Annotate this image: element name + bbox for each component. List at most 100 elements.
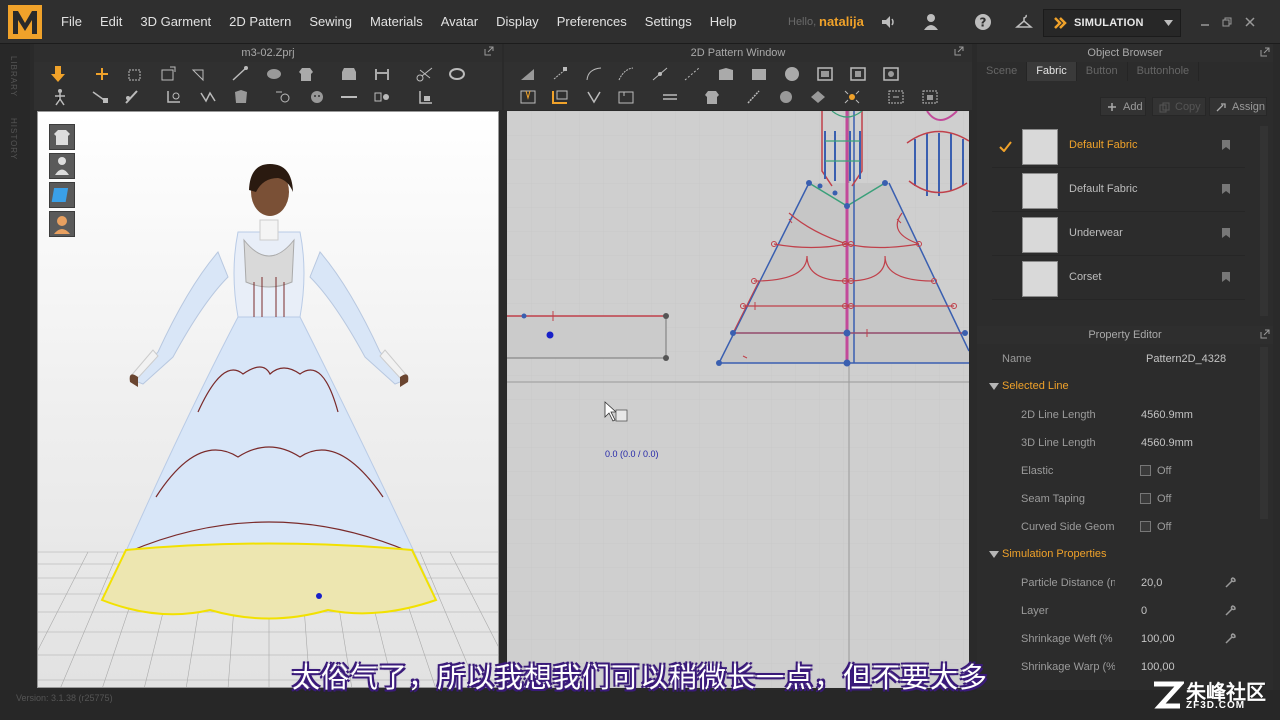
texture-edit-icon[interactable] [842, 88, 862, 106]
tack-icon[interactable] [264, 65, 284, 83]
expand-icon[interactable] [1260, 329, 1270, 339]
expand-icon[interactable] [484, 46, 494, 56]
user-icon[interactable] [922, 13, 940, 31]
minimize-icon[interactable] [1200, 17, 1210, 27]
fabric-item[interactable]: Default Fabric [992, 125, 1245, 168]
strap-icon[interactable] [372, 65, 392, 83]
fold-arrange-icon[interactable] [198, 88, 218, 106]
line-icon[interactable] [339, 88, 359, 106]
arrangement-icon[interactable] [339, 65, 359, 83]
edit-pattern-icon[interactable] [518, 65, 538, 83]
scissors-icon[interactable] [415, 65, 435, 83]
avatar-pose-icon[interactable] [50, 88, 70, 106]
texture-toggle[interactable] [49, 182, 75, 208]
close-icon[interactable] [1245, 17, 1255, 27]
menu-3d-garment[interactable]: 3D Garment [131, 0, 220, 44]
pin-icon[interactable] [230, 65, 250, 83]
curve-point-icon[interactable] [616, 65, 636, 83]
show-garment-toggle[interactable] [49, 124, 75, 150]
internal-rectangle-icon[interactable] [848, 65, 868, 83]
brush-icon[interactable] [122, 88, 142, 106]
grain-icon[interactable] [660, 88, 680, 106]
add-fabric-button[interactable]: Add [1100, 97, 1146, 116]
segment-icon[interactable] [682, 65, 702, 83]
fabric-item[interactable]: Underwear [992, 213, 1245, 256]
arrow-down-icon[interactable] [48, 65, 68, 83]
trim-icon[interactable] [416, 88, 436, 106]
prop-value[interactable]: 20,0 [1141, 577, 1162, 589]
hanger-icon[interactable] [1015, 13, 1033, 31]
circle-icon[interactable] [782, 65, 802, 83]
username[interactable]: natalija [819, 14, 864, 29]
polygon-icon[interactable] [716, 65, 736, 83]
property-scrollbar[interactable] [1260, 347, 1268, 519]
restore-icon[interactable] [1222, 17, 1232, 27]
menu-settings[interactable]: Settings [636, 0, 701, 44]
elastic-checkbox[interactable] [1140, 465, 1151, 476]
graphic-icon[interactable] [886, 88, 906, 106]
fabric-scrollbar[interactable] [1260, 126, 1268, 316]
name-value[interactable]: Pattern2D_4328 [1146, 353, 1226, 365]
menu-materials[interactable]: Materials [361, 0, 432, 44]
move-icon[interactable] [92, 65, 112, 83]
expand-icon[interactable] [1260, 47, 1270, 57]
save-icon[interactable] [1221, 139, 1231, 151]
menu-sewing[interactable]: Sewing [300, 0, 361, 44]
loop-icon[interactable] [447, 65, 467, 83]
menu-preferences[interactable]: Preferences [548, 0, 636, 44]
menu-display[interactable]: Display [487, 0, 548, 44]
button-place-icon[interactable] [273, 88, 293, 106]
prop-value[interactable]: 100,00 [1141, 633, 1175, 645]
fitting-icon[interactable] [164, 88, 184, 106]
show-avatar-toggle[interactable] [49, 153, 75, 179]
garment-fit-icon[interactable] [231, 88, 251, 106]
edit-point-icon[interactable] [550, 65, 570, 83]
menu-help[interactable]: Help [701, 0, 746, 44]
save-icon[interactable] [1221, 183, 1231, 195]
menu-2d-pattern[interactable]: 2D Pattern [220, 0, 300, 44]
save-icon[interactable] [1221, 271, 1231, 283]
internal-polygon-icon[interactable] [815, 65, 835, 83]
notch-icon[interactable] [616, 88, 636, 106]
tab-fabric[interactable]: Fabric [1027, 62, 1077, 81]
3d-garment-viewport[interactable] [37, 111, 499, 688]
copy-fabric-button[interactable]: Copy [1152, 97, 1206, 116]
fabric-item[interactable]: Corset [992, 257, 1245, 300]
graphic-transform-icon[interactable] [920, 88, 940, 106]
measure-icon[interactable] [90, 88, 110, 106]
transform-icon[interactable] [158, 65, 178, 83]
fold-pattern-icon[interactable] [584, 88, 604, 106]
curved-side-checkbox[interactable] [1140, 521, 1151, 532]
tab-buttonhole[interactable]: Buttonhole [1128, 62, 1200, 81]
prop-value[interactable]: 4560.9mm [1141, 437, 1193, 449]
shirt-icon[interactable] [296, 65, 316, 83]
simulation-button[interactable]: SIMULATION [1043, 9, 1181, 37]
wrench-icon[interactable] [1224, 576, 1237, 589]
help-icon[interactable]: ? [974, 13, 992, 31]
seam-taping-checkbox[interactable] [1140, 493, 1151, 504]
avatar-display-toggle[interactable] [49, 211, 75, 237]
edit-curvature-icon[interactable] [584, 65, 604, 83]
selected-line-section[interactable]: Selected Line [989, 380, 1069, 392]
internal-circle-icon[interactable] [881, 65, 901, 83]
pattern-shirt-icon[interactable] [702, 88, 722, 106]
dart-icon[interactable] [518, 88, 538, 106]
zipper-icon[interactable] [372, 88, 392, 106]
library-tab[interactable]: LIBRARY [9, 56, 18, 97]
history-tab[interactable]: HISTORY [9, 118, 18, 160]
menu-edit[interactable]: Edit [91, 0, 131, 44]
tab-button[interactable]: Button [1077, 62, 1128, 81]
save-icon[interactable] [1221, 227, 1231, 239]
speaker-icon[interactable] [879, 13, 897, 31]
rectangle-icon[interactable] [749, 65, 769, 83]
menu-file[interactable]: File [52, 0, 91, 44]
tab-scene[interactable]: Scene [977, 62, 1028, 81]
prop-value[interactable]: 0 [1141, 605, 1147, 617]
prop-value[interactable]: 4560.9mm [1141, 409, 1193, 421]
trace-icon[interactable] [550, 88, 570, 106]
assign-fabric-button[interactable]: Assign [1209, 97, 1267, 116]
2d-pattern-viewport[interactable]: 0.0 (0.0 / 0.0) [507, 111, 969, 688]
simulation-properties-section[interactable]: Simulation Properties [989, 548, 1107, 560]
wrench-icon[interactable] [1224, 604, 1237, 617]
select-box-icon[interactable] [124, 65, 144, 83]
